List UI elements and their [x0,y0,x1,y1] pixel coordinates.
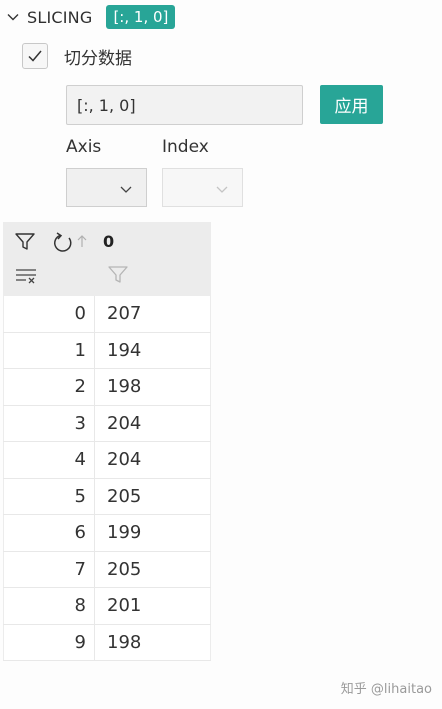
axis-select[interactable] [66,168,147,207]
grid-body: 0 207 1 194 2 198 3 204 4 204 5 205 6 199 7 205 … [3,296,211,661]
column-filter-icon[interactable] [107,265,129,285]
table-row[interactable]: 4 204 [3,442,211,479]
watermark-text: 知乎 @lihaitao [340,682,432,697]
checkmark-icon [28,50,42,62]
slice-input[interactable] [66,85,303,125]
row-index: 5 [3,478,95,514]
row-index: 0 [3,296,95,332]
row-index: 1 [3,332,95,368]
table-row[interactable]: 1 194 [3,332,211,369]
refresh-icon[interactable] [52,232,74,254]
cell-value[interactable]: 198 [95,369,211,405]
chevron-down-icon [119,181,133,200]
table-row[interactable]: 9 198 [3,624,211,661]
table-row[interactable]: 2 198 [3,369,211,406]
table-row[interactable]: 8 201 [3,588,211,625]
table-row[interactable]: 7 205 [3,551,211,588]
row-index: 6 [3,515,95,551]
row-index: 4 [3,442,95,478]
row-index: 2 [3,369,95,405]
chevron-down-icon[interactable] [4,8,22,26]
table-row[interactable]: 0 207 [3,296,211,333]
apply-button[interactable]: 应用 [320,85,383,124]
slice-badge: [:, 1, 0] [106,5,176,29]
grid-header: 0 [3,222,211,296]
cell-value[interactable]: 205 [95,551,211,587]
table-row[interactable]: 6 199 [3,515,211,552]
slice-data-label: 切分数据 [64,48,132,69]
index-select[interactable] [162,168,243,207]
cell-value[interactable]: 201 [95,588,211,624]
index-label: Index [162,137,209,157]
cell-value[interactable]: 199 [95,515,211,551]
slicing-section-header[interactable]: SLICING [:, 1, 0] [4,3,176,31]
table-row[interactable]: 5 205 [3,478,211,515]
row-index: 9 [3,624,95,660]
row-index: 7 [3,551,95,587]
cell-value[interactable]: 204 [95,405,211,441]
section-title: SLICING [27,7,93,27]
chevron-down-icon [215,181,229,200]
cell-value[interactable]: 194 [95,332,211,368]
watermark: 知乎 @lihaitao [341,678,432,697]
data-grid: 0 0 207 1 194 2 198 3 204 4 204 5 205 6 199 7 20… [3,222,211,661]
table-row[interactable]: 3 204 [3,405,211,442]
row-index: 3 [3,405,95,441]
axis-label: Axis [66,137,102,157]
clear-filter-icon[interactable] [14,266,38,286]
cell-value[interactable]: 198 [95,624,211,660]
sort-up-icon[interactable] [76,233,88,249]
cell-value[interactable]: 207 [95,296,211,332]
row-index: 8 [3,588,95,624]
filter-icon[interactable] [14,232,36,252]
cell-value[interactable]: 204 [95,442,211,478]
column-header-0[interactable]: 0 [103,232,114,251]
cell-value[interactable]: 205 [95,478,211,514]
slice-data-checkbox[interactable] [22,43,48,69]
slice-data-checkbox-row[interactable]: 切分数据 [22,43,132,69]
